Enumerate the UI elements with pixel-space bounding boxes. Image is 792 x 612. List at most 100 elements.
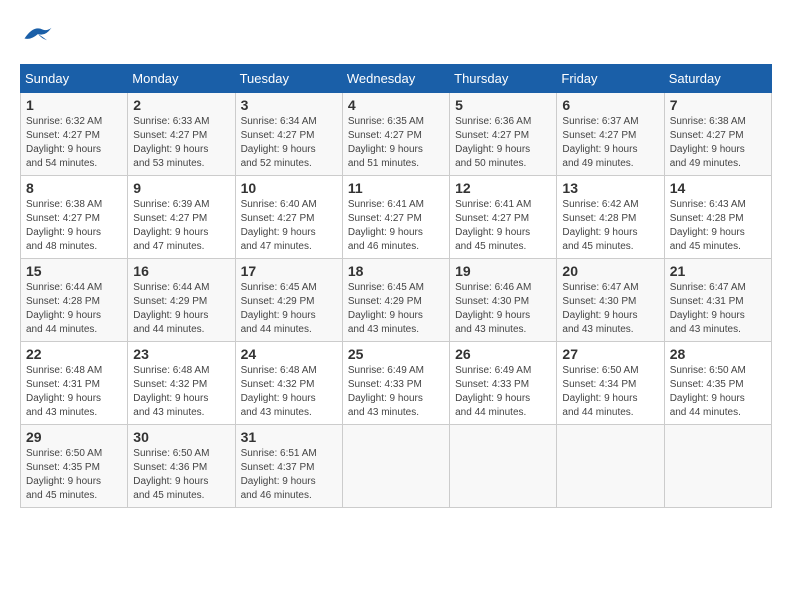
day-info: Sunrise: 6:45 AMSunset: 4:29 PMDaylight:… bbox=[241, 281, 337, 337]
day-cell: 8 Sunrise: 6:38 AMSunset: 4:27 PMDaylight… bbox=[21, 176, 128, 259]
day-info: Sunrise: 6:40 AMSunset: 4:27 PMDaylight:… bbox=[241, 198, 337, 254]
day-info: Sunrise: 6:50 AMSunset: 4:35 PMDaylight:… bbox=[26, 447, 122, 503]
day-cell: 24 Sunrise: 6:48 AMSunset: 4:32 PMDayligh… bbox=[235, 342, 342, 425]
header-wednesday: Wednesday bbox=[342, 65, 449, 93]
day-number: 27 bbox=[562, 346, 658, 362]
day-info: Sunrise: 6:34 AMSunset: 4:27 PMDaylight:… bbox=[241, 115, 337, 171]
day-info: Sunrise: 6:48 AMSunset: 4:32 PMDaylight:… bbox=[133, 364, 229, 420]
day-number: 1 bbox=[26, 97, 122, 113]
day-cell bbox=[342, 425, 449, 508]
day-cell: 12Sunrise: 6:41 AMSunset: 4:27 PMDayligh… bbox=[450, 176, 557, 259]
day-cell bbox=[557, 425, 664, 508]
day-number: 4 bbox=[348, 97, 444, 113]
day-info: Sunrise: 6:42 AMSunset: 4:28 PMDaylight:… bbox=[562, 198, 658, 254]
calendar-table: SundayMondayTuesdayWednesdayThursdayFrid… bbox=[20, 64, 772, 508]
day-header-row: SundayMondayTuesdayWednesdayThursdayFrid… bbox=[21, 65, 772, 93]
day-number: 21 bbox=[670, 263, 766, 279]
week-row-1: 1 Sunrise: 6:32 AMSunset: 4:27 PMDaylight… bbox=[21, 93, 772, 176]
day-info: Sunrise: 6:50 AMSunset: 4:34 PMDaylight:… bbox=[562, 364, 658, 420]
day-cell: 1 Sunrise: 6:32 AMSunset: 4:27 PMDaylight… bbox=[21, 93, 128, 176]
day-cell: 26 Sunrise: 6:49 AMSunset: 4:33 PMDayligh… bbox=[450, 342, 557, 425]
day-info: Sunrise: 6:46 AMSunset: 4:30 PMDaylight:… bbox=[455, 281, 551, 337]
header-saturday: Saturday bbox=[664, 65, 771, 93]
day-number: 24 bbox=[241, 346, 337, 362]
day-cell bbox=[450, 425, 557, 508]
header-sunday: Sunday bbox=[21, 65, 128, 93]
logo-icon bbox=[20, 20, 56, 48]
day-info: Sunrise: 6:38 AMSunset: 4:27 PMDaylight:… bbox=[26, 198, 122, 254]
day-number: 7 bbox=[670, 97, 766, 113]
day-cell: 15 Sunrise: 6:44 AMSunset: 4:28 PMDayligh… bbox=[21, 259, 128, 342]
day-cell: 18Sunrise: 6:45 AMSunset: 4:29 PMDayligh… bbox=[342, 259, 449, 342]
day-cell: 9 Sunrise: 6:39 AMSunset: 4:27 PMDaylight… bbox=[128, 176, 235, 259]
day-info: Sunrise: 6:41 AMSunset: 4:27 PMDaylight:… bbox=[348, 198, 444, 254]
day-number: 23 bbox=[133, 346, 229, 362]
day-number: 9 bbox=[133, 180, 229, 196]
day-number: 18 bbox=[348, 263, 444, 279]
day-number: 19 bbox=[455, 263, 551, 279]
day-info: Sunrise: 6:39 AMSunset: 4:27 PMDaylight:… bbox=[133, 198, 229, 254]
logo bbox=[20, 20, 62, 48]
day-info: Sunrise: 6:35 AMSunset: 4:27 PMDaylight:… bbox=[348, 115, 444, 171]
week-row-2: 8 Sunrise: 6:38 AMSunset: 4:27 PMDaylight… bbox=[21, 176, 772, 259]
day-cell: 6 Sunrise: 6:37 AMSunset: 4:27 PMDaylight… bbox=[557, 93, 664, 176]
day-cell: 5Sunrise: 6:36 AMSunset: 4:27 PMDaylight… bbox=[450, 93, 557, 176]
day-info: Sunrise: 6:49 AMSunset: 4:33 PMDaylight:… bbox=[455, 364, 551, 420]
day-number: 26 bbox=[455, 346, 551, 362]
day-info: Sunrise: 6:37 AMSunset: 4:27 PMDaylight:… bbox=[562, 115, 658, 171]
header-monday: Monday bbox=[128, 65, 235, 93]
header-tuesday: Tuesday bbox=[235, 65, 342, 93]
day-number: 16 bbox=[133, 263, 229, 279]
day-info: Sunrise: 6:44 AMSunset: 4:28 PMDaylight:… bbox=[26, 281, 122, 337]
day-number: 8 bbox=[26, 180, 122, 196]
page-header bbox=[20, 20, 772, 48]
day-info: Sunrise: 6:47 AMSunset: 4:31 PMDaylight:… bbox=[670, 281, 766, 337]
day-number: 28 bbox=[670, 346, 766, 362]
header-friday: Friday bbox=[557, 65, 664, 93]
day-info: Sunrise: 6:44 AMSunset: 4:29 PMDaylight:… bbox=[133, 281, 229, 337]
day-number: 29 bbox=[26, 429, 122, 445]
day-info: Sunrise: 6:48 AMSunset: 4:32 PMDaylight:… bbox=[241, 364, 337, 420]
day-number: 10 bbox=[241, 180, 337, 196]
day-number: 12 bbox=[455, 180, 551, 196]
day-number: 31 bbox=[241, 429, 337, 445]
day-cell: 16 Sunrise: 6:44 AMSunset: 4:29 PMDayligh… bbox=[128, 259, 235, 342]
day-cell: 23 Sunrise: 6:48 AMSunset: 4:32 PMDayligh… bbox=[128, 342, 235, 425]
day-info: Sunrise: 6:38 AMSunset: 4:27 PMDaylight:… bbox=[670, 115, 766, 171]
day-number: 6 bbox=[562, 97, 658, 113]
week-row-4: 22 Sunrise: 6:48 AMSunset: 4:31 PMDayligh… bbox=[21, 342, 772, 425]
day-cell: 25 Sunrise: 6:49 AMSunset: 4:33 PMDayligh… bbox=[342, 342, 449, 425]
day-info: Sunrise: 6:50 AMSunset: 4:36 PMDaylight:… bbox=[133, 447, 229, 503]
day-info: Sunrise: 6:51 AMSunset: 4:37 PMDaylight:… bbox=[241, 447, 337, 503]
day-cell: 20 Sunrise: 6:47 AMSunset: 4:30 PMDayligh… bbox=[557, 259, 664, 342]
day-number: 14 bbox=[670, 180, 766, 196]
day-number: 20 bbox=[562, 263, 658, 279]
day-cell: 7 Sunrise: 6:38 AMSunset: 4:27 PMDaylight… bbox=[664, 93, 771, 176]
day-info: Sunrise: 6:36 AMSunset: 4:27 PMDaylight:… bbox=[455, 115, 551, 171]
day-cell: 29 Sunrise: 6:50 AMSunset: 4:35 PMDayligh… bbox=[21, 425, 128, 508]
day-info: Sunrise: 6:48 AMSunset: 4:31 PMDaylight:… bbox=[26, 364, 122, 420]
day-cell: 30Sunrise: 6:50 AMSunset: 4:36 PMDayligh… bbox=[128, 425, 235, 508]
day-number: 15 bbox=[26, 263, 122, 279]
day-number: 11 bbox=[348, 180, 444, 196]
day-info: Sunrise: 6:32 AMSunset: 4:27 PMDaylight:… bbox=[26, 115, 122, 171]
day-cell: 10 Sunrise: 6:40 AMSunset: 4:27 PMDayligh… bbox=[235, 176, 342, 259]
day-info: Sunrise: 6:50 AMSunset: 4:35 PMDaylight:… bbox=[670, 364, 766, 420]
day-cell: 31 Sunrise: 6:51 AMSunset: 4:37 PMDayligh… bbox=[235, 425, 342, 508]
day-cell: 3 Sunrise: 6:34 AMSunset: 4:27 PMDaylight… bbox=[235, 93, 342, 176]
day-info: Sunrise: 6:33 AMSunset: 4:27 PMDaylight:… bbox=[133, 115, 229, 171]
day-number: 22 bbox=[26, 346, 122, 362]
day-info: Sunrise: 6:47 AMSunset: 4:30 PMDaylight:… bbox=[562, 281, 658, 337]
header-thursday: Thursday bbox=[450, 65, 557, 93]
day-cell: 22 Sunrise: 6:48 AMSunset: 4:31 PMDayligh… bbox=[21, 342, 128, 425]
day-info: Sunrise: 6:43 AMSunset: 4:28 PMDaylight:… bbox=[670, 198, 766, 254]
day-cell: 4 Sunrise: 6:35 AMSunset: 4:27 PMDaylight… bbox=[342, 93, 449, 176]
day-cell: 13Sunrise: 6:42 AMSunset: 4:28 PMDayligh… bbox=[557, 176, 664, 259]
day-info: Sunrise: 6:49 AMSunset: 4:33 PMDaylight:… bbox=[348, 364, 444, 420]
week-row-5: 29 Sunrise: 6:50 AMSunset: 4:35 PMDayligh… bbox=[21, 425, 772, 508]
day-cell: 19 Sunrise: 6:46 AMSunset: 4:30 PMDayligh… bbox=[450, 259, 557, 342]
day-number: 2 bbox=[133, 97, 229, 113]
day-number: 25 bbox=[348, 346, 444, 362]
day-number: 3 bbox=[241, 97, 337, 113]
day-cell: 27 Sunrise: 6:50 AMSunset: 4:34 PMDayligh… bbox=[557, 342, 664, 425]
